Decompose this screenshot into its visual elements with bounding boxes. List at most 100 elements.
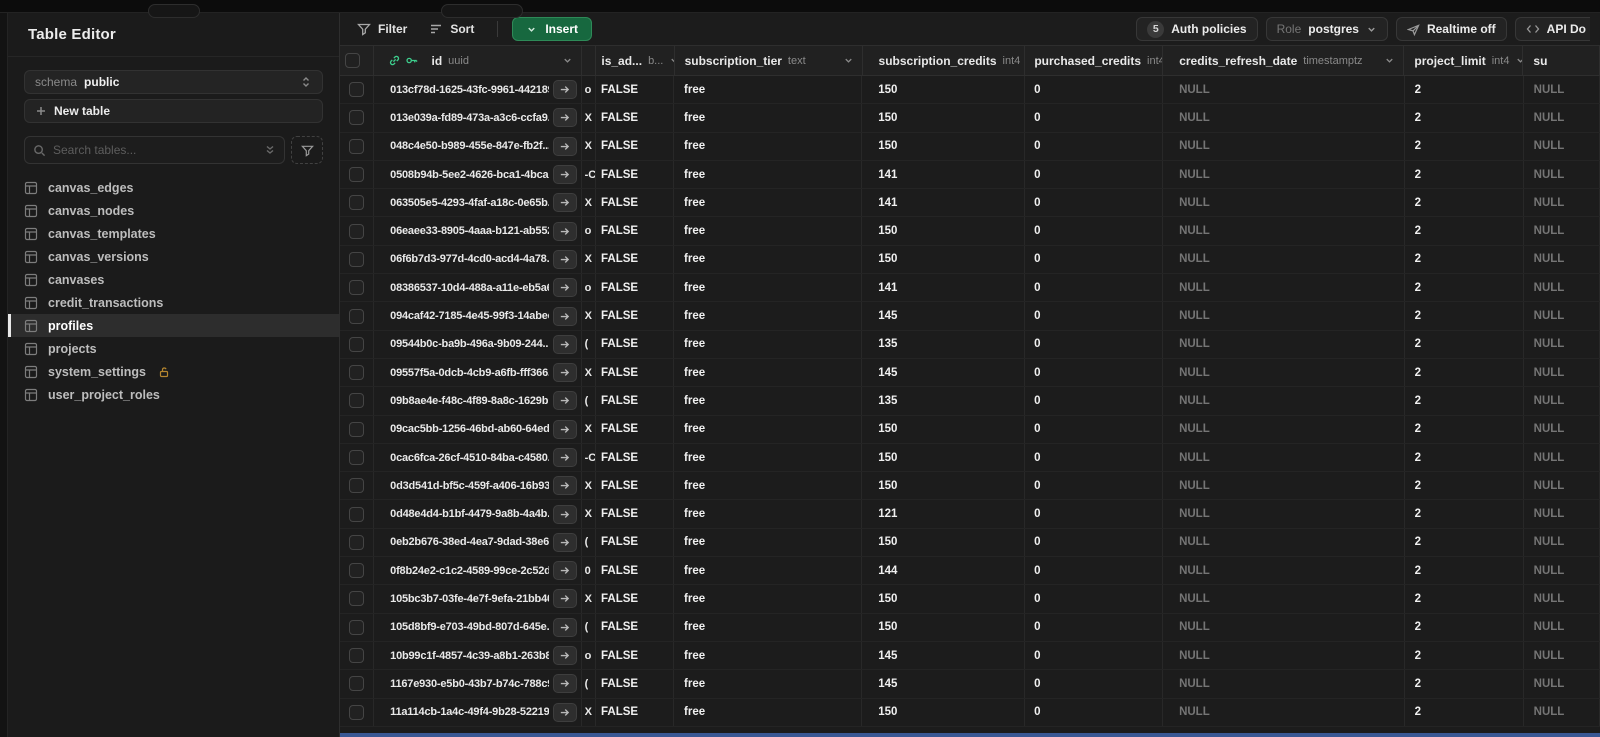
subscription-tier-cell[interactable]: free — [674, 302, 863, 330]
subscription-credits-cell[interactable]: 145 — [862, 358, 1026, 387]
purchased-credits-cell[interactable]: 0 — [1025, 274, 1164, 302]
clipped-su-cell[interactable]: NULL — [1524, 415, 1600, 443]
filter-button[interactable]: Filter — [348, 17, 416, 41]
clipped-su-cell[interactable]: NULL — [1524, 189, 1600, 217]
subscription-tier-cell[interactable]: free — [674, 104, 863, 132]
clipped-su-cell[interactable]: NULL — [1524, 641, 1600, 670]
row-checkbox[interactable] — [349, 704, 365, 720]
expand-row-button[interactable] — [552, 193, 577, 213]
clipped-cell[interactable]: ( — [582, 387, 597, 415]
credits-refresh-date-cell[interactable]: NULL — [1163, 217, 1405, 245]
subscription-credits-cell[interactable]: 145 — [862, 641, 1026, 670]
expand-row-button[interactable] — [552, 419, 577, 439]
chevron-down-icon[interactable] — [843, 55, 854, 66]
row-checkbox[interactable] — [349, 393, 365, 409]
purchased-credits-cell[interactable]: 0 — [1025, 641, 1164, 670]
subscription-tier-cell[interactable]: free — [674, 245, 863, 274]
row-checkbox[interactable] — [349, 648, 365, 664]
project-limit-cell[interactable]: 2 — [1405, 443, 1524, 472]
column-header-subscription-tier[interactable]: subscription_tier text — [675, 46, 863, 75]
id-cell[interactable]: 09557f5a-0dcb-4cb9-a6fb-fff366... — [374, 358, 582, 387]
credits-refresh-date-cell[interactable]: NULL — [1163, 698, 1405, 726]
id-cell[interactable]: 0f8b24e2-c1c2-4589-99ce-2c52d... — [374, 557, 582, 585]
project-limit-cell[interactable]: 2 — [1405, 302, 1524, 330]
clipped-cell[interactable]: 0 — [582, 557, 597, 585]
subscription-credits-cell[interactable]: 145 — [862, 302, 1026, 330]
project-limit-cell[interactable]: 2 — [1405, 557, 1524, 585]
purchased-credits-cell[interactable]: 0 — [1025, 528, 1164, 557]
sidebar-table-item[interactable]: credit_transactions — [8, 291, 339, 314]
clipped-cell[interactable]: X — [582, 585, 597, 613]
project-limit-cell[interactable]: 2 — [1405, 160, 1524, 189]
credits-refresh-date-cell[interactable]: NULL — [1163, 443, 1405, 472]
clipped-su-cell[interactable]: NULL — [1524, 670, 1600, 698]
expand-row-button[interactable] — [552, 589, 577, 609]
clipped-cell[interactable]: X — [582, 415, 597, 443]
project-limit-cell[interactable]: 2 — [1405, 528, 1524, 557]
project-limit-cell[interactable]: 2 — [1405, 670, 1524, 698]
clipped-cell[interactable]: X — [582, 245, 597, 274]
row-checkbox[interactable] — [349, 223, 365, 239]
subscription-tier-cell[interactable]: free — [674, 217, 863, 245]
credits-refresh-date-cell[interactable]: NULL — [1163, 245, 1405, 274]
clipped-cell[interactable]: -C — [582, 160, 597, 189]
subscription-tier-cell[interactable]: free — [674, 613, 863, 641]
is-admin-cell[interactable]: FALSE — [596, 472, 675, 500]
project-limit-cell[interactable]: 2 — [1405, 472, 1524, 500]
clipped-su-cell[interactable]: NULL — [1524, 500, 1600, 528]
select-all-checkbox[interactable] — [345, 53, 361, 68]
credits-refresh-date-cell[interactable]: NULL — [1163, 500, 1405, 528]
clipped-cell[interactable]: ( — [582, 528, 597, 557]
subscription-tier-cell[interactable]: free — [674, 698, 863, 726]
expand-row-button[interactable] — [552, 249, 577, 269]
clipped-cell[interactable]: -C — [582, 443, 597, 472]
clipped-su-cell[interactable]: NULL — [1524, 104, 1600, 132]
id-cell[interactable]: 09cac5bb-1256-46bd-ab60-64ed... — [374, 415, 582, 443]
project-limit-cell[interactable]: 2 — [1405, 330, 1524, 358]
subscription-credits-cell[interactable]: 135 — [862, 330, 1026, 358]
id-cell[interactable]: 1167e930-e5b0-43b7-b74c-788c9... — [374, 670, 582, 698]
project-limit-cell[interactable]: 2 — [1405, 698, 1524, 726]
subscription-credits-cell[interactable]: 141 — [862, 274, 1026, 302]
purchased-credits-cell[interactable]: 0 — [1025, 132, 1164, 160]
project-limit-cell[interactable]: 2 — [1405, 274, 1524, 302]
credits-refresh-date-cell[interactable]: NULL — [1163, 670, 1405, 698]
project-limit-cell[interactable]: 2 — [1405, 387, 1524, 415]
project-limit-cell[interactable]: 2 — [1405, 104, 1524, 132]
clipped-su-cell[interactable]: NULL — [1524, 557, 1600, 585]
subscription-tier-cell[interactable]: free — [674, 387, 863, 415]
clipped-cell[interactable]: X — [582, 132, 597, 160]
clipped-cell[interactable]: X — [582, 500, 597, 528]
is-admin-cell[interactable]: FALSE — [596, 698, 675, 726]
purchased-credits-cell[interactable]: 0 — [1025, 217, 1164, 245]
id-cell[interactable]: 0508b94b-5ee2-4626-bca1-4bca... — [374, 160, 582, 189]
clipped-cell[interactable]: X — [582, 189, 597, 217]
purchased-credits-cell[interactable]: 0 — [1025, 557, 1164, 585]
expand-row-button[interactable] — [552, 278, 577, 298]
subscription-credits-cell[interactable]: 144 — [862, 557, 1026, 585]
column-header-purchased-credits[interactable]: purchased_credits int4 — [1025, 46, 1164, 75]
subscription-tier-cell[interactable]: free — [674, 330, 863, 358]
is-admin-cell[interactable]: FALSE — [596, 104, 675, 132]
chevron-down-icon[interactable] — [562, 55, 573, 66]
clipped-cell[interactable]: ( — [582, 670, 597, 698]
clipped-cell[interactable]: X — [582, 302, 597, 330]
subscription-credits-cell[interactable]: 145 — [862, 670, 1026, 698]
horizontal-scrollbar[interactable] — [340, 733, 1600, 737]
search-tables-input[interactable] — [53, 143, 257, 157]
project-limit-cell[interactable]: 2 — [1405, 132, 1524, 160]
project-limit-cell[interactable]: 2 — [1405, 500, 1524, 528]
sidebar-table-item[interactable]: canvas_templates — [8, 222, 339, 245]
is-admin-cell[interactable]: FALSE — [596, 641, 675, 670]
credits-refresh-date-cell[interactable]: NULL — [1163, 641, 1405, 670]
purchased-credits-cell[interactable]: 0 — [1025, 472, 1164, 500]
purchased-credits-cell[interactable]: 0 — [1025, 500, 1164, 528]
project-limit-cell[interactable]: 2 — [1405, 641, 1524, 670]
expand-row-button[interactable] — [552, 476, 577, 496]
schema-select[interactable]: schema public — [24, 70, 323, 94]
subscription-credits-cell[interactable]: 121 — [862, 500, 1026, 528]
is-admin-cell[interactable]: FALSE — [596, 302, 675, 330]
id-cell[interactable]: 06eaee33-8905-4aaa-b121-ab552... — [374, 217, 582, 245]
credits-refresh-date-cell[interactable]: NULL — [1163, 189, 1405, 217]
expand-row-button[interactable] — [552, 391, 577, 411]
